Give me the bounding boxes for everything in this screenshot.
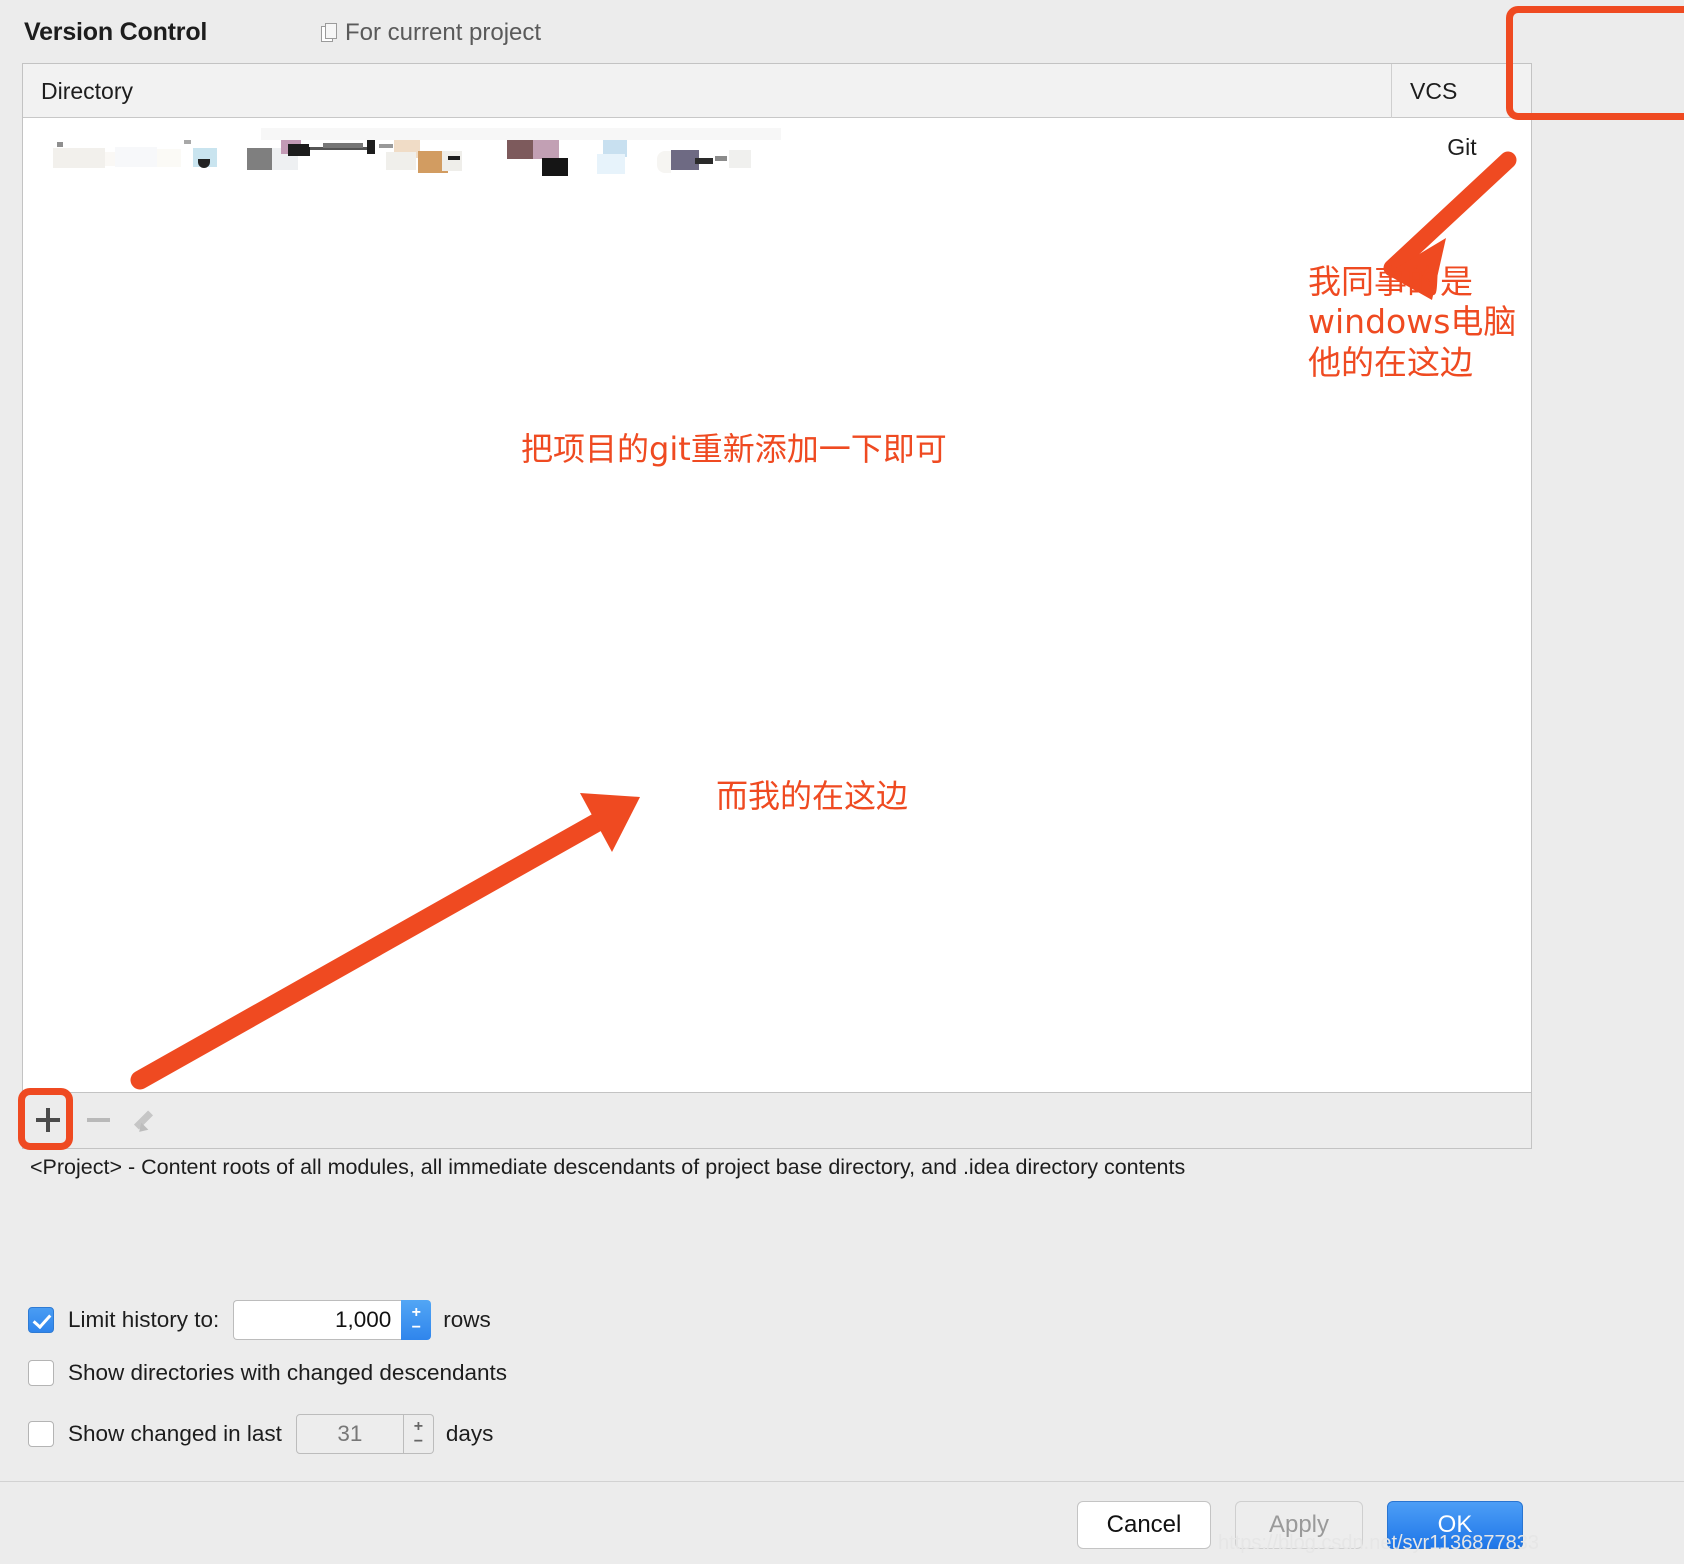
limit-history-stepper-buttons[interactable]: + − <box>401 1300 432 1340</box>
checkbox-show-changed-in-last[interactable] <box>28 1421 54 1447</box>
copy-icon <box>321 23 338 42</box>
pencil-icon <box>133 1107 161 1136</box>
table-body: Git <box>23 118 1531 1092</box>
stepper-up-icon[interactable]: + <box>414 1418 423 1434</box>
show-changed-days-input[interactable]: 31 <box>295 1414 404 1454</box>
table-toolbar <box>22 1093 1532 1149</box>
limit-history-stepper[interactable]: 1,000 + − <box>233 1300 432 1340</box>
watermark: https://blog.csdn.net/syr1136877833 <box>1218 1532 1539 1554</box>
annotation-fix-text: 把项目的git重新添加一下即可 <box>521 430 947 468</box>
cancel-button[interactable]: Cancel <box>1077 1501 1211 1549</box>
table-row[interactable]: Git <box>23 118 1531 176</box>
stepper-down-icon[interactable]: − <box>414 1433 423 1449</box>
limit-history-input[interactable]: 1,000 <box>233 1300 402 1340</box>
page-title: Version Control <box>24 18 208 46</box>
annotation-box-vcs-column <box>1506 6 1684 120</box>
checkbox-limit-history[interactable] <box>28 1307 54 1333</box>
unit-rows: rows <box>443 1307 491 1332</box>
scope-label-text: For current project <box>345 19 542 46</box>
annotation-mine-text: 而我的在这边 <box>716 777 909 815</box>
show-changed-days-stepper-buttons[interactable]: + − <box>403 1414 434 1454</box>
option-show-changed-in-last: Show changed in last 31 + − days <box>28 1414 493 1454</box>
label-show-directories-changed-descendants: Show directories with changed descendant… <box>68 1360 508 1385</box>
minus-icon <box>86 1118 110 1122</box>
directory-path-censored <box>23 118 1383 176</box>
cell-vcs-value: Git <box>1447 134 1477 160</box>
remove-mapping-button <box>73 1093 123 1147</box>
option-limit-history: Limit history to: 1,000 + − rows <box>28 1300 491 1340</box>
project-scope-description: <Project> - Content roots of all modules… <box>30 1155 1186 1179</box>
version-control-settings-dialog: Version Control For current project Dire… <box>0 0 1684 1564</box>
checkbox-show-directories-changed-descendants[interactable] <box>28 1360 54 1386</box>
vcs-directory-mappings-table[interactable]: Directory VCS Git <box>22 63 1532 1093</box>
label-limit-history: Limit history to: <box>68 1307 220 1332</box>
stepper-down-icon[interactable]: − <box>412 1319 421 1335</box>
annotation-colleague-text: 我同事的是 windows电脑 他的在这边 <box>1308 262 1517 382</box>
scope-label: For current project <box>321 19 541 47</box>
footer-divider <box>0 1481 1684 1482</box>
dialog-header: Version Control For current project <box>24 14 1424 56</box>
show-changed-days-stepper[interactable]: 31 + − <box>295 1414 434 1454</box>
edit-mapping-button <box>123 1093 173 1147</box>
unit-days: days <box>445 1421 494 1446</box>
annotation-box-add-button <box>18 1088 73 1150</box>
column-header-directory[interactable]: Directory <box>23 64 1391 118</box>
label-show-changed-in-last: Show changed in last <box>68 1421 282 1446</box>
table-header: Directory VCS <box>23 64 1531 118</box>
stepper-up-icon[interactable]: + <box>412 1304 421 1320</box>
option-show-directories: Show directories with changed descendant… <box>28 1360 507 1386</box>
